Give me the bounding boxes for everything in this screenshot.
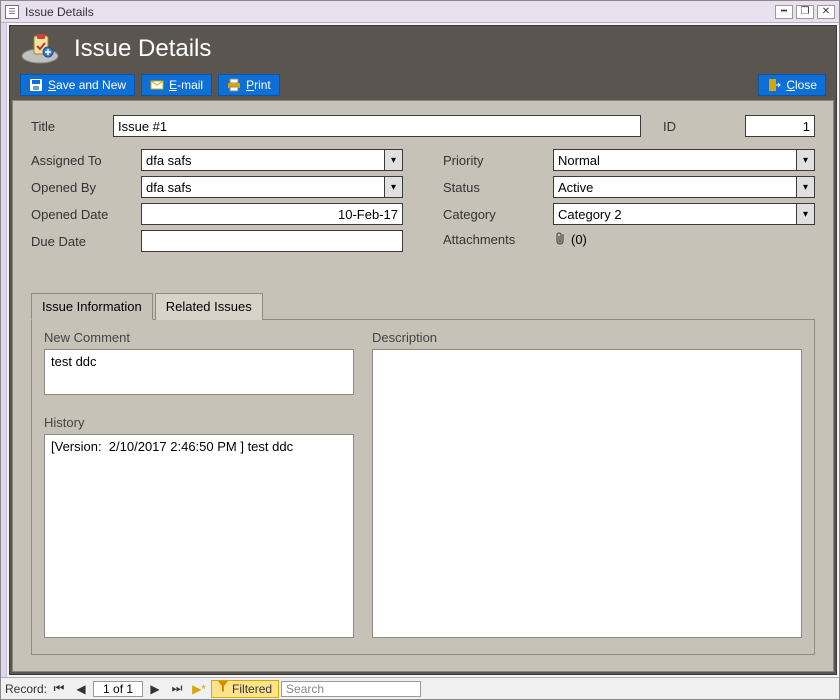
- tabs-section: Issue Information Related Issues New Com…: [31, 292, 815, 655]
- email-icon: [150, 78, 164, 92]
- print-button[interactable]: Print: [218, 74, 280, 96]
- app-window: ☰ Issue Details ━ ❐ ✕: [0, 0, 840, 700]
- clipboard-icon: [20, 34, 62, 64]
- nav-first-button[interactable]: ⏮: [49, 680, 69, 698]
- window-titlebar: ☰ Issue Details ━ ❐ ✕: [1, 1, 839, 23]
- chevron-down-icon[interactable]: ▾: [797, 176, 815, 198]
- opened-date-input[interactable]: 10-Feb-17: [141, 203, 403, 225]
- record-nav: Record: ⏮ ◀ ▶ ⏭ ▶* Filtered: [1, 677, 839, 699]
- history-box: [44, 434, 354, 638]
- assigned-to-combo[interactable]: dfa safs ▾: [141, 149, 403, 171]
- print-icon: [227, 78, 241, 92]
- priority-combo[interactable]: Normal ▾: [553, 149, 815, 171]
- door-icon: [767, 78, 781, 92]
- description-label: Description: [372, 330, 802, 345]
- history-label: History: [44, 415, 354, 430]
- restore-button[interactable]: ❐: [796, 5, 814, 19]
- attachments-label: Attachments: [443, 232, 553, 247]
- description-input[interactable]: [372, 349, 802, 638]
- paperclip-icon: [553, 230, 567, 249]
- page-title: Issue Details: [74, 35, 211, 63]
- assigned-to-label: Assigned To: [31, 153, 141, 168]
- header-band: Issue Details: [10, 26, 836, 72]
- save-icon: [29, 78, 43, 92]
- filter-icon: [218, 681, 228, 696]
- form-content: Title ID Assigned To dfa safs ▾: [12, 100, 834, 672]
- due-date-label: Due Date: [31, 234, 141, 249]
- close-button[interactable]: Close: [758, 74, 826, 96]
- title-label: Title: [31, 119, 101, 134]
- close-window-button[interactable]: ✕: [817, 5, 835, 19]
- due-date-input[interactable]: [141, 230, 403, 252]
- attachments-count: (0): [571, 232, 587, 247]
- record-search[interactable]: [281, 681, 421, 697]
- minimize-button[interactable]: ━: [775, 5, 793, 19]
- nav-next-button[interactable]: ▶: [145, 680, 165, 698]
- opened-by-label: Opened By: [31, 180, 141, 195]
- nav-pane-strip[interactable]: [1, 23, 7, 677]
- record-label: Record:: [5, 682, 47, 696]
- id-label: ID: [663, 119, 733, 134]
- record-position[interactable]: [93, 681, 143, 697]
- tab-issue-information[interactable]: Issue Information: [31, 293, 153, 320]
- filter-toggle[interactable]: Filtered: [211, 680, 279, 698]
- title-input[interactable]: [113, 115, 641, 137]
- tab-related-issues[interactable]: Related Issues: [155, 293, 263, 320]
- new-comment-input[interactable]: [44, 349, 354, 395]
- id-value: [745, 115, 815, 137]
- toolbar: Save and New E-mail Print: [10, 72, 836, 98]
- email-button[interactable]: E-mail: [141, 74, 212, 96]
- nav-new-button[interactable]: ▶*: [189, 680, 209, 698]
- chevron-down-icon[interactable]: ▾: [797, 203, 815, 225]
- category-label: Category: [443, 207, 553, 222]
- form-card: Issue Details Save and New E-mail: [9, 25, 837, 675]
- category-combo[interactable]: Category 2 ▾: [553, 203, 815, 225]
- new-comment-label: New Comment: [44, 330, 354, 345]
- status-label: Status: [443, 180, 553, 195]
- nav-last-button[interactable]: ⏭: [167, 680, 187, 698]
- chevron-down-icon[interactable]: ▾: [385, 176, 403, 198]
- opened-date-label: Opened Date: [31, 207, 141, 222]
- attachments-control[interactable]: (0): [553, 230, 587, 249]
- form-icon: ☰: [5, 5, 19, 19]
- window-title: Issue Details: [25, 5, 94, 19]
- chevron-down-icon[interactable]: ▾: [797, 149, 815, 171]
- opened-by-combo[interactable]: dfa safs ▾: [141, 176, 403, 198]
- priority-label: Priority: [443, 153, 553, 168]
- save-and-new-button[interactable]: Save and New: [20, 74, 135, 96]
- nav-prev-button[interactable]: ◀: [71, 680, 91, 698]
- status-combo[interactable]: Active ▾: [553, 176, 815, 198]
- chevron-down-icon[interactable]: ▾: [385, 149, 403, 171]
